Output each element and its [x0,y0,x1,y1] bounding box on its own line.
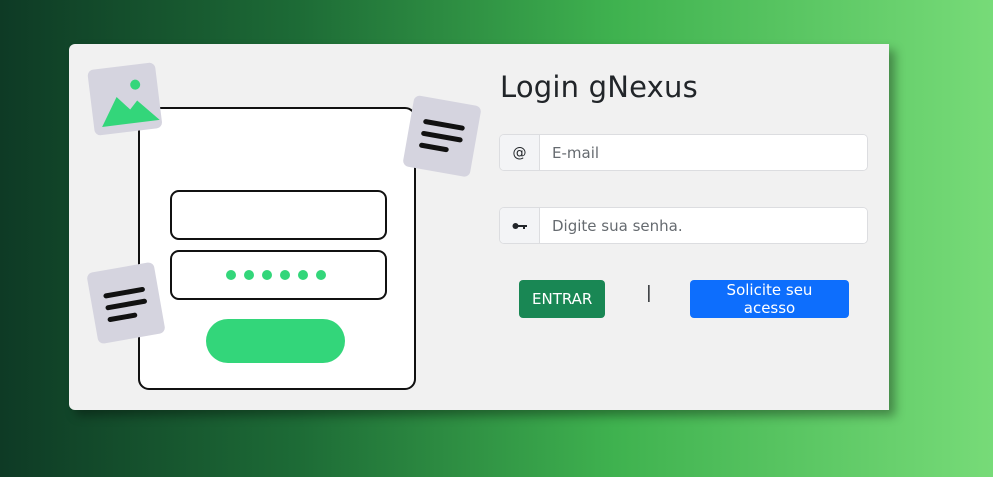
document-card-icon [87,262,165,344]
email-input-group: @ [499,134,868,171]
illustration-username-field [170,190,387,240]
login-title: Login gNexus [500,70,698,104]
document-card-icon [403,95,481,177]
at-sign-icon: @ [500,135,540,170]
illustration-password-field [170,250,387,300]
login-illustration [87,62,481,390]
button-separator: | [646,283,652,303]
illustration-submit-pill [206,319,345,363]
key-icon [500,208,540,243]
enter-button[interactable]: ENTRAR [519,280,605,318]
image-card-icon [87,62,162,136]
email-field[interactable] [540,135,867,170]
request-access-button[interactable]: Solicite seu acesso [690,280,849,318]
password-field[interactable] [540,208,867,243]
password-input-group [499,207,868,244]
login-card: Login gNexus @ ENTRAR | Solicite seu ace… [69,44,889,410]
